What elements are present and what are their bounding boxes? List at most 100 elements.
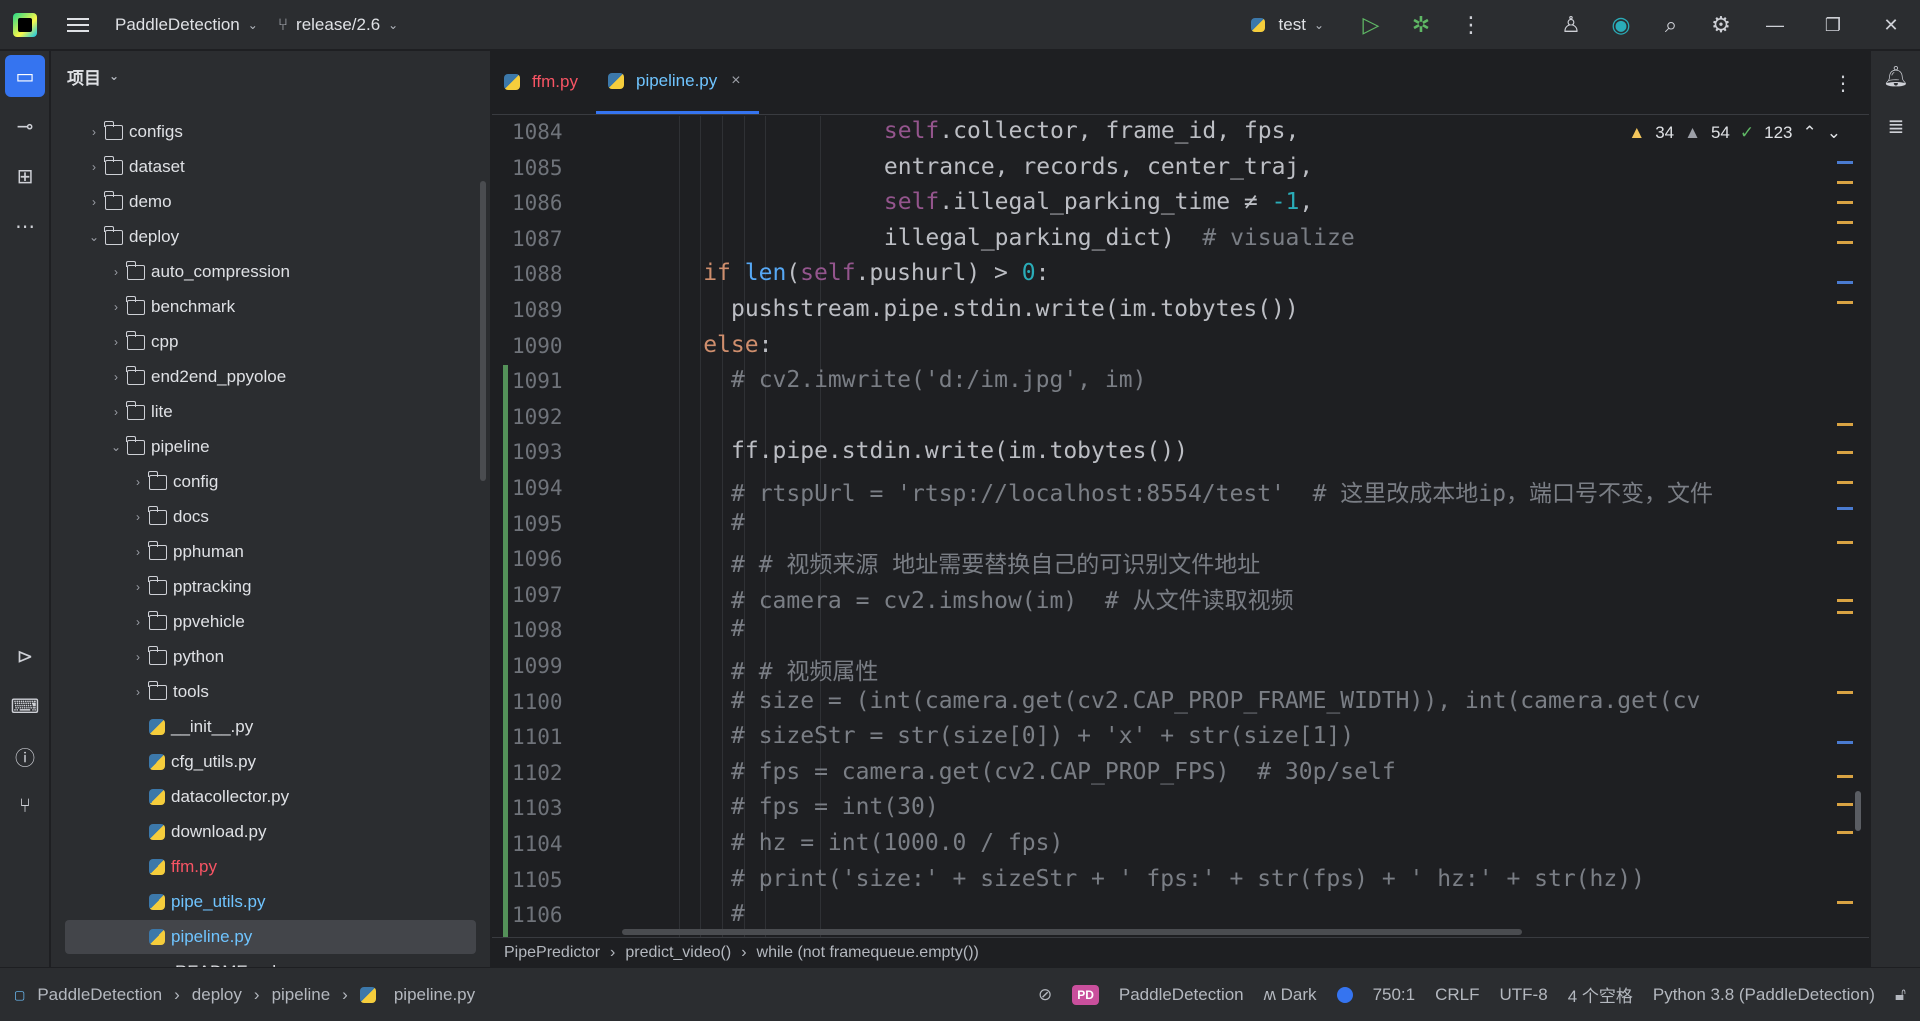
breadcrumb-method[interactable]: predict_video() bbox=[625, 944, 731, 962]
stripe-marker[interactable] bbox=[1837, 241, 1853, 244]
commit-tool-icon[interactable]: ⊸ bbox=[0, 101, 50, 151]
breadcrumb-loop[interactable]: while (not framequeue.empty()) bbox=[757, 944, 979, 962]
vcs-change-marker[interactable] bbox=[503, 792, 508, 828]
tree-item[interactable]: › lite bbox=[65, 395, 476, 429]
chevron-right-icon[interactable]: › bbox=[131, 580, 145, 594]
prev-highlight-icon[interactable]: ⌃ bbox=[1803, 123, 1817, 143]
code-line[interactable]: # bbox=[592, 510, 1852, 536]
tab-options-icon[interactable]: ⋮ bbox=[1833, 71, 1853, 96]
line-number[interactable]: 1088 bbox=[512, 262, 563, 286]
vcs-change-marker[interactable] bbox=[503, 578, 508, 615]
stripe-marker[interactable] bbox=[1837, 451, 1853, 454]
line-number[interactable]: 1090 bbox=[512, 334, 563, 358]
line-number[interactable]: 1099 bbox=[512, 654, 563, 678]
line-number[interactable]: 1089 bbox=[512, 298, 563, 322]
chevron-right-icon[interactable]: › bbox=[109, 300, 123, 314]
code-line[interactable]: # cv2.imwrite('d:/im.jpg', im) bbox=[592, 367, 1852, 393]
line-number[interactable]: 1084 bbox=[512, 120, 563, 144]
tree-item[interactable]: pipeline.py bbox=[65, 920, 476, 954]
code-line[interactable]: # bbox=[592, 616, 1852, 642]
code-line[interactable]: # bbox=[592, 901, 1852, 927]
stripe-marker[interactable] bbox=[1837, 161, 1853, 164]
python-interpreter[interactable]: Python 3.8 (PaddleDetection) bbox=[1653, 985, 1875, 1005]
chevron-right-icon[interactable]: › bbox=[87, 125, 101, 139]
stripe-marker[interactable] bbox=[1837, 901, 1853, 904]
stripe-marker[interactable] bbox=[1837, 221, 1853, 224]
lock-icon[interactable]: 🔓︎ bbox=[1895, 985, 1906, 1005]
tree-item[interactable]: datacollector.py bbox=[65, 780, 476, 814]
line-number[interactable]: 1091 bbox=[512, 369, 563, 393]
inspection-widget[interactable]: ▲ 34 ▲ 54 ✓ 123 ⌃ ⌄ bbox=[1628, 123, 1841, 143]
code-line[interactable]: else: bbox=[592, 332, 1852, 358]
code-line[interactable]: if len(self.pushurl) > 0: bbox=[592, 260, 1852, 286]
git-tool-icon[interactable]: ⑂ bbox=[0, 781, 50, 831]
vcs-change-marker[interactable] bbox=[503, 614, 508, 650]
chevron-right-icon[interactable]: › bbox=[87, 195, 101, 209]
problems-tool-icon[interactable]: ⓘ bbox=[0, 731, 50, 781]
code-line[interactable]: # fps = int(30) bbox=[592, 794, 1852, 820]
code-line[interactable]: pushstream.pipe.stdin.write(im.tobytes()… bbox=[592, 296, 1852, 322]
tree-item[interactable]: › pphuman bbox=[65, 535, 476, 569]
line-number[interactable]: 1101 bbox=[512, 725, 563, 749]
tab-pipeline-py[interactable]: pipeline.py × bbox=[595, 50, 759, 114]
vcs-change-marker[interactable] bbox=[503, 899, 508, 935]
chevron-right-icon[interactable]: › bbox=[131, 615, 145, 629]
vcs-branch-switcher[interactable]: ⑂ release/2.6 ⌄ bbox=[278, 15, 398, 35]
line-number[interactable]: 1096 bbox=[512, 547, 563, 571]
database-icon[interactable]: ≣ bbox=[1871, 101, 1920, 151]
vcs-change-marker[interactable] bbox=[503, 863, 508, 900]
line-number[interactable]: 1094 bbox=[512, 476, 563, 500]
line-number[interactable]: 1086 bbox=[512, 191, 563, 215]
code-line[interactable]: # # 视频来源 地址需要替换自己的可识别文件地址 bbox=[592, 545, 1852, 579]
chevron-right-icon[interactable]: › bbox=[109, 335, 123, 349]
tree-item[interactable]: cfg_utils.py bbox=[65, 745, 476, 779]
path-file[interactable]: pipeline.py bbox=[394, 985, 475, 1005]
stripe-marker[interactable] bbox=[1837, 507, 1853, 510]
restore-icon[interactable]: ❐ bbox=[1804, 0, 1862, 50]
vcs-change-marker[interactable] bbox=[503, 756, 508, 793]
code-editor[interactable]: self.collector, frame_id, fps, entrance, … bbox=[592, 116, 1852, 986]
tree-item[interactable]: › config bbox=[65, 465, 476, 499]
structure-tool-icon[interactable]: ⊞ bbox=[0, 151, 50, 201]
main-menu-icon[interactable] bbox=[67, 17, 89, 32]
code-line[interactable]: # fps = camera.get(cv2.CAP_PROP_FPS) # 3… bbox=[592, 759, 1852, 785]
vcs-change-marker[interactable] bbox=[503, 650, 508, 686]
tree-item[interactable]: › tools bbox=[65, 675, 476, 709]
line-number[interactable]: 1100 bbox=[512, 690, 563, 714]
chevron-right-icon[interactable]: › bbox=[131, 685, 145, 699]
ai-assistant-icon[interactable]: ◉ bbox=[1596, 0, 1646, 50]
caret-position[interactable]: 750:1 bbox=[1373, 985, 1416, 1005]
path-project[interactable]: PaddleDetection bbox=[37, 985, 162, 1005]
tree-item[interactable]: download.py bbox=[65, 815, 476, 849]
chevron-right-icon[interactable]: › bbox=[109, 370, 123, 384]
line-number[interactable]: 1102 bbox=[512, 761, 563, 785]
vcs-change-marker[interactable] bbox=[503, 436, 508, 472]
file-encoding[interactable]: UTF-8 bbox=[1500, 985, 1548, 1005]
code-line[interactable]: # hz = int(1000.0 / fps) bbox=[592, 830, 1852, 856]
stripe-marker[interactable] bbox=[1837, 611, 1853, 614]
stripe-marker[interactable] bbox=[1837, 775, 1853, 778]
tab-ffm-py[interactable]: ffm.py bbox=[492, 50, 596, 114]
run-icon[interactable]: ▷ bbox=[1346, 0, 1396, 50]
code-line[interactable]: # camera = cv2.imshow(im) # 从文件读取视频 bbox=[592, 581, 1852, 615]
chevron-right-icon[interactable]: › bbox=[131, 475, 145, 489]
tree-item[interactable]: › end2end_ppyoloe bbox=[65, 360, 476, 394]
tree-item[interactable]: › python bbox=[65, 640, 476, 674]
chevron-down-icon[interactable]: ⌄ bbox=[87, 230, 101, 244]
tree-item[interactable]: › ppvehicle bbox=[65, 605, 476, 639]
stripe-marker[interactable] bbox=[1837, 281, 1853, 284]
chevron-right-icon[interactable]: › bbox=[131, 510, 145, 524]
theme-switcher[interactable]: ʍ Dark bbox=[1264, 985, 1317, 1005]
stripe-marker[interactable] bbox=[1837, 541, 1853, 544]
tree-item[interactable]: › pptracking bbox=[65, 570, 476, 604]
project-tool-icon[interactable]: ▭ bbox=[5, 55, 45, 97]
stripe-marker[interactable] bbox=[1837, 181, 1853, 184]
chevron-down-icon[interactable]: ⌄ bbox=[109, 440, 123, 454]
code-line[interactable]: illegal_parking_dict) # visualize bbox=[592, 225, 1852, 251]
close-tab-icon[interactable]: × bbox=[731, 72, 740, 90]
status-indicator-icon[interactable] bbox=[1336, 986, 1353, 1003]
line-number[interactable]: 1085 bbox=[512, 156, 563, 180]
vcs-change-marker[interactable] bbox=[503, 685, 508, 722]
code-line[interactable]: self.illegal_parking_time ≠ -1, bbox=[592, 189, 1852, 215]
tree-item[interactable]: M↓README.md bbox=[65, 955, 476, 967]
